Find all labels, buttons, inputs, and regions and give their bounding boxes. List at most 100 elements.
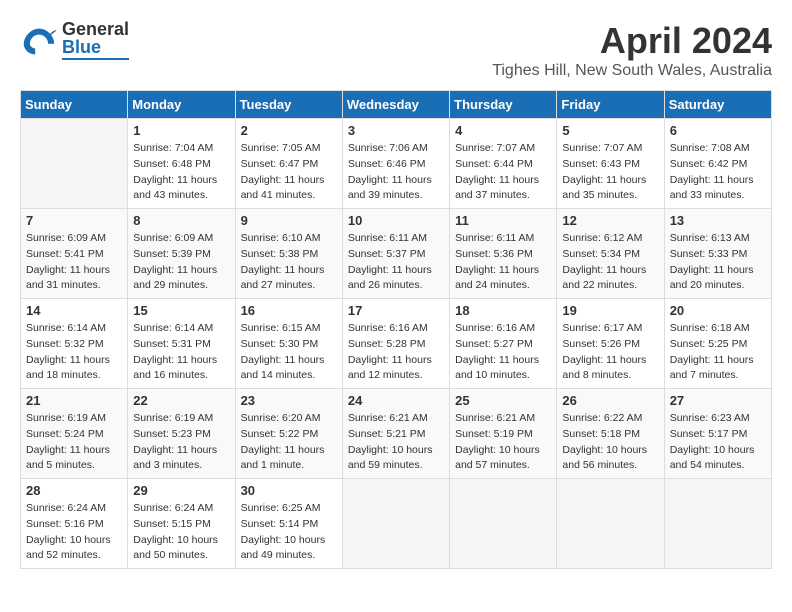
calendar-cell: 6 Sunrise: 7:08 AM Sunset: 6:42 PM Daylig…: [664, 119, 771, 209]
day-number: 25: [455, 393, 551, 408]
calendar-week-row: 14 Sunrise: 6:14 AM Sunset: 5:32 PM Dayli…: [21, 299, 772, 389]
calendar-cell: 3 Sunrise: 7:06 AM Sunset: 6:46 PM Daylig…: [342, 119, 449, 209]
calendar-cell: 11 Sunrise: 6:11 AM Sunset: 5:36 PM Dayli…: [450, 209, 557, 299]
calendar-cell: [664, 479, 771, 569]
day-number: 18: [455, 303, 551, 318]
month-title: April 2024: [492, 20, 772, 62]
day-info: Sunrise: 6:13 AM Sunset: 5:33 PM Dayligh…: [670, 231, 766, 294]
day-number: 19: [562, 303, 658, 318]
logo-underline: [62, 58, 129, 60]
day-of-week-header: Monday: [128, 91, 235, 119]
calendar-cell: 2 Sunrise: 7:05 AM Sunset: 6:47 PM Daylig…: [235, 119, 342, 209]
calendar-cell: 5Sunrise: 7:07 AM Sunset: 6:43 PM Daylig…: [557, 119, 664, 209]
calendar-cell: 21 Sunrise: 6:19 AM Sunset: 5:24 PM Dayli…: [21, 389, 128, 479]
day-info: Sunrise: 6:19 AM Sunset: 5:24 PM Dayligh…: [26, 411, 122, 474]
day-number: 11: [455, 213, 551, 228]
day-number: 22: [133, 393, 229, 408]
calendar-week-row: 7Sunrise: 6:09 AM Sunset: 5:41 PM Daylig…: [21, 209, 772, 299]
day-number: 13: [670, 213, 766, 228]
calendar-cell: 24 Sunrise: 6:21 AM Sunset: 5:21 PM Dayli…: [342, 389, 449, 479]
calendar-cell: 15Sunrise: 6:14 AM Sunset: 5:31 PM Dayli…: [128, 299, 235, 389]
day-info: Sunrise: 7:07 AM Sunset: 6:43 PM Dayligh…: [562, 141, 658, 204]
day-info: Sunrise: 6:10 AM Sunset: 5:38 PM Dayligh…: [241, 231, 337, 294]
logo-general-text: General: [62, 20, 129, 38]
calendar-cell: 8 Sunrise: 6:09 AM Sunset: 5:39 PM Daylig…: [128, 209, 235, 299]
calendar-header-row: SundayMondayTuesdayWednesdayThursdayFrid…: [21, 91, 772, 119]
day-info: Sunrise: 6:25 AM Sunset: 5:14 PM Dayligh…: [241, 501, 337, 564]
day-info: Sunrise: 6:21 AM Sunset: 5:21 PM Dayligh…: [348, 411, 444, 474]
day-info: Sunrise: 7:05 AM Sunset: 6:47 PM Dayligh…: [241, 141, 337, 204]
calendar-table: SundayMondayTuesdayWednesdayThursdayFrid…: [20, 90, 772, 569]
day-number: 20: [670, 303, 766, 318]
day-info: Sunrise: 6:09 AM Sunset: 5:39 PM Dayligh…: [133, 231, 229, 294]
day-number: 30: [241, 483, 337, 498]
day-number: 21: [26, 393, 122, 408]
calendar-cell: 7Sunrise: 6:09 AM Sunset: 5:41 PM Daylig…: [21, 209, 128, 299]
calendar-cell: 20 Sunrise: 6:18 AM Sunset: 5:25 PM Dayli…: [664, 299, 771, 389]
day-info: Sunrise: 6:23 AM Sunset: 5:17 PM Dayligh…: [670, 411, 766, 474]
day-info: Sunrise: 7:08 AM Sunset: 6:42 PM Dayligh…: [670, 141, 766, 204]
calendar-cell: 12Sunrise: 6:12 AM Sunset: 5:34 PM Dayli…: [557, 209, 664, 299]
calendar-week-row: 28 Sunrise: 6:24 AM Sunset: 5:16 PM Dayli…: [21, 479, 772, 569]
day-info: Sunrise: 6:16 AM Sunset: 5:27 PM Dayligh…: [455, 321, 551, 384]
day-number: 9: [241, 213, 337, 228]
calendar-week-row: 1 Sunrise: 7:04 AM Sunset: 6:48 PM Daylig…: [21, 119, 772, 209]
day-number: 16: [241, 303, 337, 318]
calendar-cell: 10Sunrise: 6:11 AM Sunset: 5:37 PM Dayli…: [342, 209, 449, 299]
logo-icon: [20, 21, 58, 59]
day-info: Sunrise: 6:24 AM Sunset: 5:16 PM Dayligh…: [26, 501, 122, 564]
day-number: 29: [133, 483, 229, 498]
calendar-cell: 23 Sunrise: 6:20 AM Sunset: 5:22 PM Dayli…: [235, 389, 342, 479]
calendar-cell: 30 Sunrise: 6:25 AM Sunset: 5:14 PM Dayli…: [235, 479, 342, 569]
day-number: 14: [26, 303, 122, 318]
day-number: 2: [241, 123, 337, 138]
day-info: Sunrise: 6:24 AM Sunset: 5:15 PM Dayligh…: [133, 501, 229, 564]
day-number: 27: [670, 393, 766, 408]
day-number: 24: [348, 393, 444, 408]
day-of-week-header: Friday: [557, 91, 664, 119]
calendar-cell: 26Sunrise: 6:22 AM Sunset: 5:18 PM Dayli…: [557, 389, 664, 479]
calendar-cell: [21, 119, 128, 209]
day-info: Sunrise: 7:06 AM Sunset: 6:46 PM Dayligh…: [348, 141, 444, 204]
day-info: Sunrise: 6:11 AM Sunset: 5:36 PM Dayligh…: [455, 231, 551, 294]
day-number: 23: [241, 393, 337, 408]
calendar-cell: 4Sunrise: 7:07 AM Sunset: 6:44 PM Daylig…: [450, 119, 557, 209]
day-info: Sunrise: 6:16 AM Sunset: 5:28 PM Dayligh…: [348, 321, 444, 384]
day-info: Sunrise: 7:04 AM Sunset: 6:48 PM Dayligh…: [133, 141, 229, 204]
day-of-week-header: Wednesday: [342, 91, 449, 119]
day-number: 1: [133, 123, 229, 138]
calendar-cell: 29 Sunrise: 6:24 AM Sunset: 5:15 PM Dayli…: [128, 479, 235, 569]
logo-blue-text: Blue: [62, 38, 129, 56]
location: Tighes Hill, New South Wales, Australia: [492, 62, 772, 80]
page-header: General Blue April 2024 Tighes Hill, New…: [20, 20, 772, 80]
calendar-cell: 18 Sunrise: 6:16 AM Sunset: 5:27 PM Dayli…: [450, 299, 557, 389]
calendar-cell: 1 Sunrise: 7:04 AM Sunset: 6:48 PM Daylig…: [128, 119, 235, 209]
logo: General Blue: [20, 20, 129, 60]
day-info: Sunrise: 6:14 AM Sunset: 5:31 PM Dayligh…: [133, 321, 229, 384]
calendar-cell: [450, 479, 557, 569]
day-of-week-header: Thursday: [450, 91, 557, 119]
day-number: 26: [562, 393, 658, 408]
day-info: Sunrise: 6:14 AM Sunset: 5:32 PM Dayligh…: [26, 321, 122, 384]
logo-name: General Blue: [62, 20, 129, 60]
calendar-cell: 17Sunrise: 6:16 AM Sunset: 5:28 PM Dayli…: [342, 299, 449, 389]
day-number: 28: [26, 483, 122, 498]
day-info: Sunrise: 6:20 AM Sunset: 5:22 PM Dayligh…: [241, 411, 337, 474]
day-info: Sunrise: 6:21 AM Sunset: 5:19 PM Dayligh…: [455, 411, 551, 474]
calendar-cell: [342, 479, 449, 569]
day-of-week-header: Saturday: [664, 91, 771, 119]
calendar-cell: 28 Sunrise: 6:24 AM Sunset: 5:16 PM Dayli…: [21, 479, 128, 569]
day-number: 3: [348, 123, 444, 138]
day-info: Sunrise: 6:18 AM Sunset: 5:25 PM Dayligh…: [670, 321, 766, 384]
calendar-cell: 16Sunrise: 6:15 AM Sunset: 5:30 PM Dayli…: [235, 299, 342, 389]
day-info: Sunrise: 6:12 AM Sunset: 5:34 PM Dayligh…: [562, 231, 658, 294]
calendar-cell: 13 Sunrise: 6:13 AM Sunset: 5:33 PM Dayli…: [664, 209, 771, 299]
day-number: 10: [348, 213, 444, 228]
day-number: 6: [670, 123, 766, 138]
calendar-cell: 19Sunrise: 6:17 AM Sunset: 5:26 PM Dayli…: [557, 299, 664, 389]
calendar-cell: [557, 479, 664, 569]
day-number: 7: [26, 213, 122, 228]
day-info: Sunrise: 7:07 AM Sunset: 6:44 PM Dayligh…: [455, 141, 551, 204]
day-info: Sunrise: 6:19 AM Sunset: 5:23 PM Dayligh…: [133, 411, 229, 474]
day-number: 8: [133, 213, 229, 228]
